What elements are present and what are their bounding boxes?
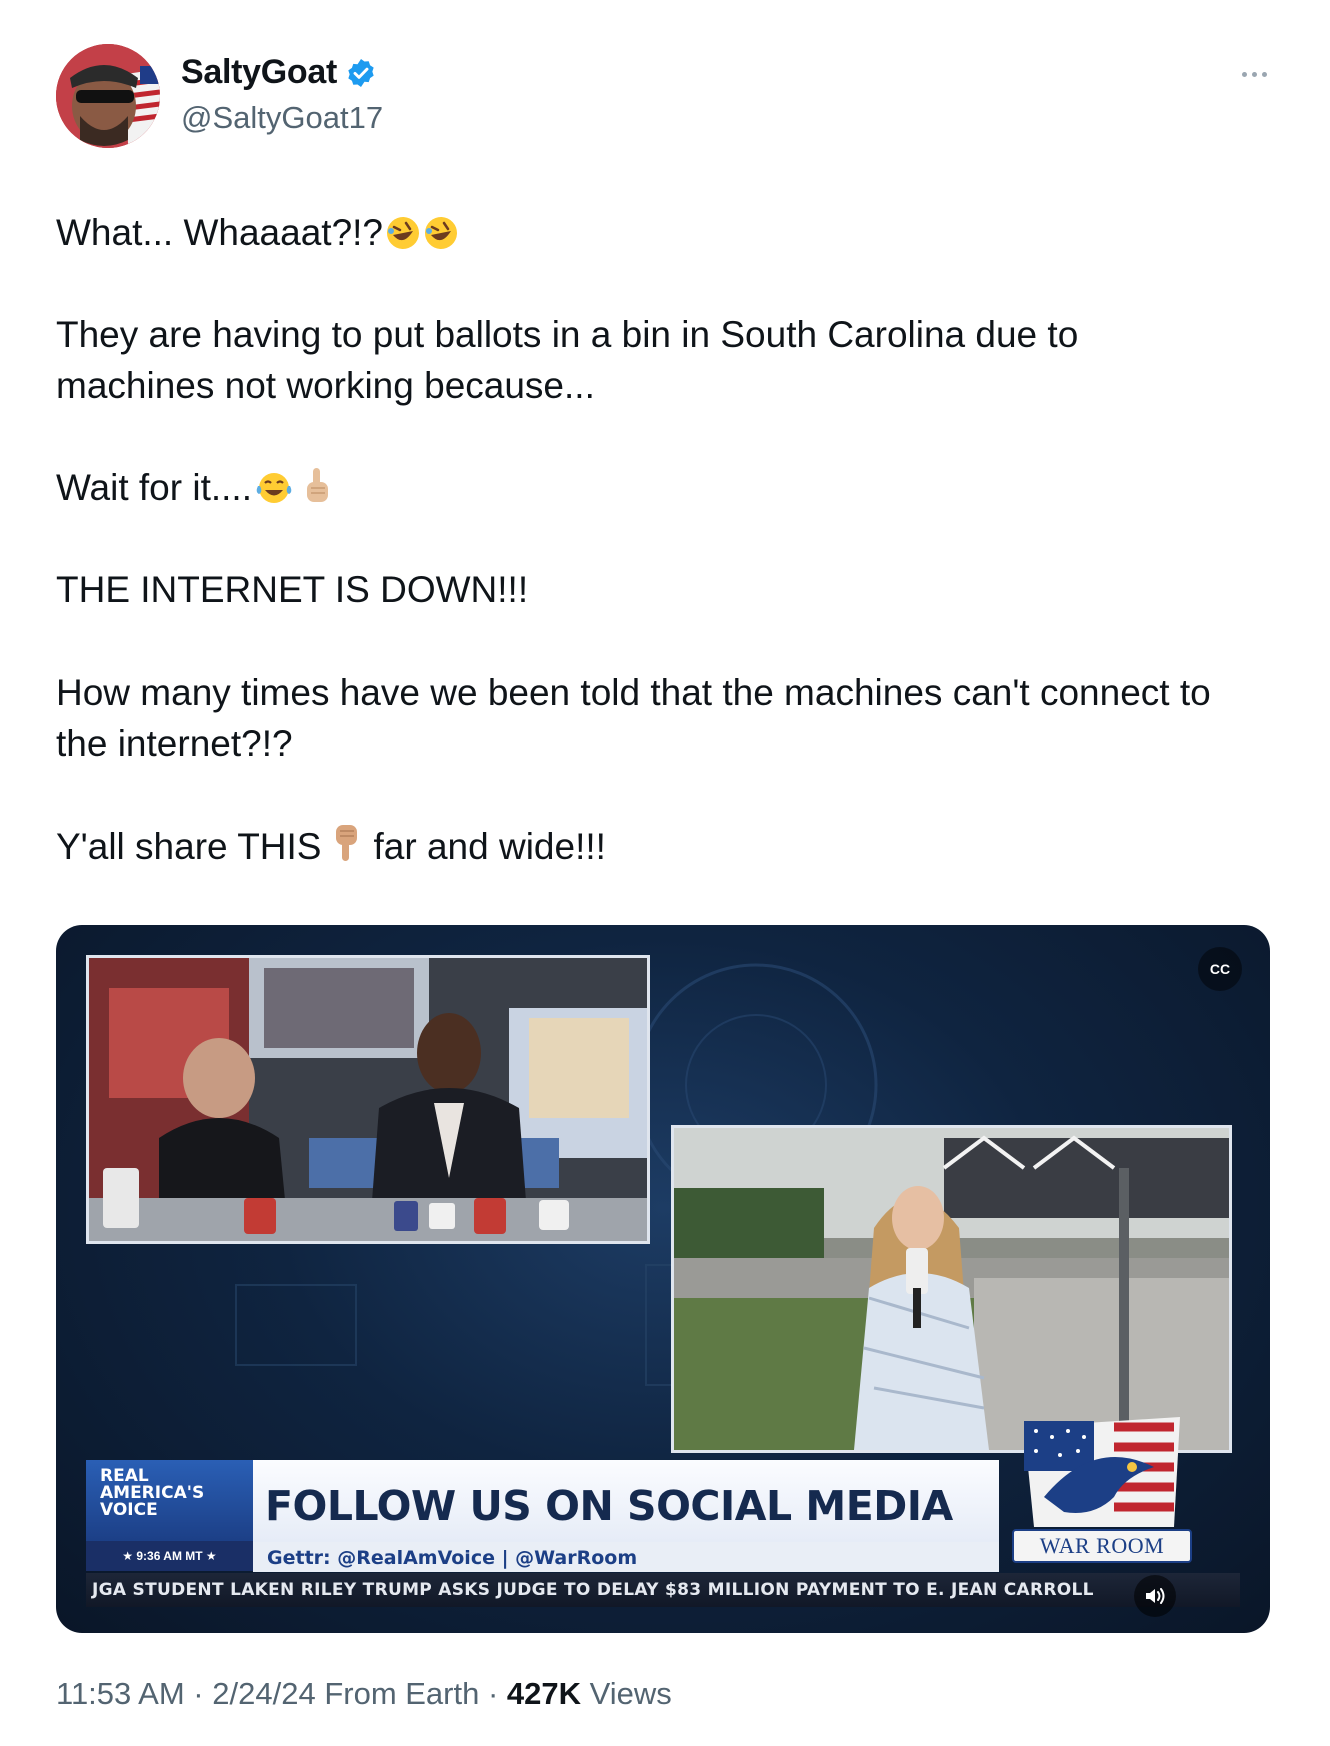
captions-icon[interactable]: CC [1198, 947, 1242, 991]
tweet-text-line-5a: How many times have we been told that th… [56, 672, 1211, 713]
rofl-emoji-icon [385, 214, 421, 264]
tweet-text-line-5b: the internet?!? [56, 723, 293, 764]
tweet-text-line-4: THE INTERNET IS DOWN!!! [56, 569, 529, 610]
tweet-text-line-2a: They are having to put ballots in a bin … [56, 314, 1079, 355]
volume-icon[interactable] [1134, 1575, 1176, 1617]
display-name-text: SaltyGoat [181, 53, 338, 91]
broadcast-time: ★ 9:36 AM MT ★ [86, 1541, 253, 1571]
headline-text: FOLLOW US ON SOCIAL MEDIA [265, 1482, 953, 1530]
pointing-down-emoji-icon [332, 823, 362, 878]
display-name[interactable]: SaltyGoat [181, 53, 377, 92]
separator: · [479, 1676, 507, 1711]
reporter-scene [674, 1128, 1229, 1450]
war-room-label: WAR ROOM [1012, 1529, 1192, 1563]
verified-badge-icon [348, 58, 374, 87]
post-time[interactable]: 11:53 AM [56, 1676, 185, 1711]
tweet-text: Wait for it.... [56, 467, 252, 508]
tweet-text-line-1: What... Whaaaat?!? [56, 208, 459, 264]
captions-label: CC [1209, 961, 1231, 977]
subline-text: Gettr: @RealAmVoice | @WarRoom [267, 1547, 638, 1569]
news-lower-third: REAL AMERICA'S VOICE ★ 9:36 AM MT ★ FOLL… [86, 1417, 1240, 1613]
tweet-text: far and wide!!! [373, 826, 606, 867]
more-options-icon[interactable] [1236, 62, 1272, 86]
studio-scene [89, 958, 647, 1241]
avatar-image [56, 44, 160, 148]
tweet-text-line-6: Y'all share THIS far and wide!!! [56, 822, 606, 878]
reporter-video-panel [671, 1125, 1232, 1453]
ticker-text: JGA STUDENT LAKEN RILEY TRUMP ASKS JUDGE… [92, 1580, 1094, 1600]
subline-bar: Gettr: @RealAmVoice | @WarRoom [253, 1542, 999, 1572]
tweet-text: Y'all share THIS [56, 826, 322, 867]
studio-video-panel [86, 955, 650, 1244]
headline-bar: FOLLOW US ON SOCIAL MEDIA [253, 1460, 999, 1542]
separator: · [184, 1676, 213, 1711]
tears-of-joy-emoji-icon [254, 469, 294, 519]
post-source: From Earth [324, 1676, 480, 1711]
views-count[interactable]: 427K [507, 1676, 581, 1711]
post-date[interactable]: 2/24/24 [212, 1676, 315, 1711]
pointing-up-emoji-icon [302, 466, 332, 519]
tweet-text-line-2b: machines not working because... [56, 365, 595, 406]
tweet-metadata: 11:53 AM · 2/24/24 From Earth · 427K Vie… [56, 1676, 672, 1712]
network-name: REAL AMERICA'S VOICE [100, 1466, 205, 1520]
avatar[interactable] [56, 44, 160, 148]
eagle-flag-emblem [1024, 1417, 1180, 1527]
rofl-emoji-icon [423, 214, 459, 264]
handle[interactable]: @SaltyGoat17 [181, 100, 383, 136]
tweet: SaltyGoat @SaltyGoat17 What... Whaaaat?!… [0, 0, 1330, 1746]
network-logo: REAL AMERICA'S VOICE [86, 1460, 253, 1542]
news-ticker: JGA STUDENT LAKEN RILEY TRUMP ASKS JUDGE… [86, 1573, 1240, 1607]
war-room-logo: WAR ROOM [1004, 1407, 1200, 1575]
views-label: Views [589, 1676, 672, 1711]
speaker-icon [1146, 1588, 1165, 1604]
tweet-text: What... Whaaaat?!? [56, 212, 384, 253]
tweet-text-line-3: Wait for it.... [56, 463, 332, 519]
video-player[interactable]: CC REAL AMERICA'S VOICE ★ 9:36 AM MT ★ F… [56, 925, 1270, 1633]
